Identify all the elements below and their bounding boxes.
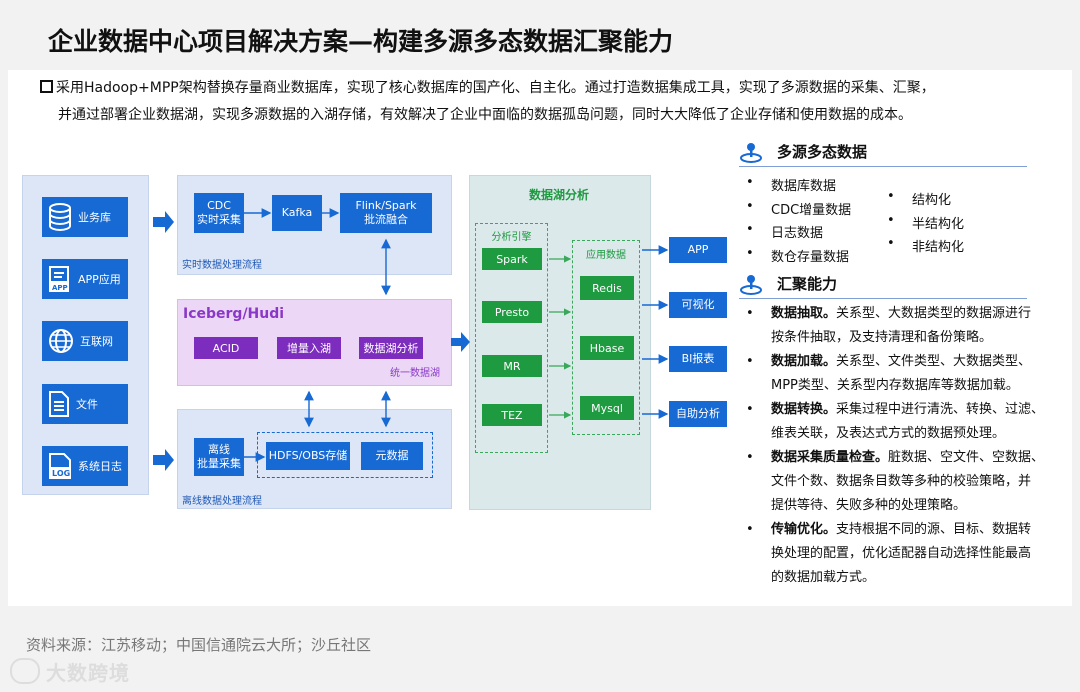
big-arrows [153,211,470,471]
ms-type: 半结构化 [887,213,964,232]
engine-to-app-arrows [549,255,572,419]
ms-item: CDC增量数据 [746,199,851,218]
watermark-logo: 大数跨境 [10,657,130,686]
convergence-heading: 汇聚能力 [777,275,838,293]
watermark-icon [10,658,40,684]
ms-item: 数据库数据 [746,175,836,194]
convergence-item-quality: • 数据采集质量检查。脏数据、空文件、空数据、 文件个数、数据条目数等多种的校验策略… [746,450,1045,513]
convergence-item-transfer: • 传输优化。支持根据不同的源、目标、数据转 换处理的配置，优化适配器自动选择性能最… [746,522,1032,585]
ms-type: 结构化 [887,189,951,208]
source-footer: 资料来源：江苏移动；中国信通院云大所；沙丘社区 [26,636,372,654]
convergence-item-extract: • 数据抽取。关系型、大数据类型的数据源进行 按条件抽取，及支持清理和备份策略。 [746,306,1032,345]
joystick-icon [740,143,762,163]
convergence-item-load: • 数据加载。关系型、文件类型、大数据类型、 MPP类型、关系型内存数据库等数据加载… [746,354,1032,393]
convergence-item-transform: • 数据转换。采集过程中进行清洗、转换、过滤、 维表关联，及表达式方式的数据预处理。 [746,402,1045,441]
ms-item: 数仓存量数据 [746,246,849,265]
multi-source-heading: 多源多态数据 [777,143,868,161]
ms-item: 日志数据 [746,222,823,241]
heading-underline [739,298,1027,299]
heading-underline [739,166,1027,167]
ms-type: 非结构化 [887,236,964,255]
joystick-icon [740,275,762,295]
